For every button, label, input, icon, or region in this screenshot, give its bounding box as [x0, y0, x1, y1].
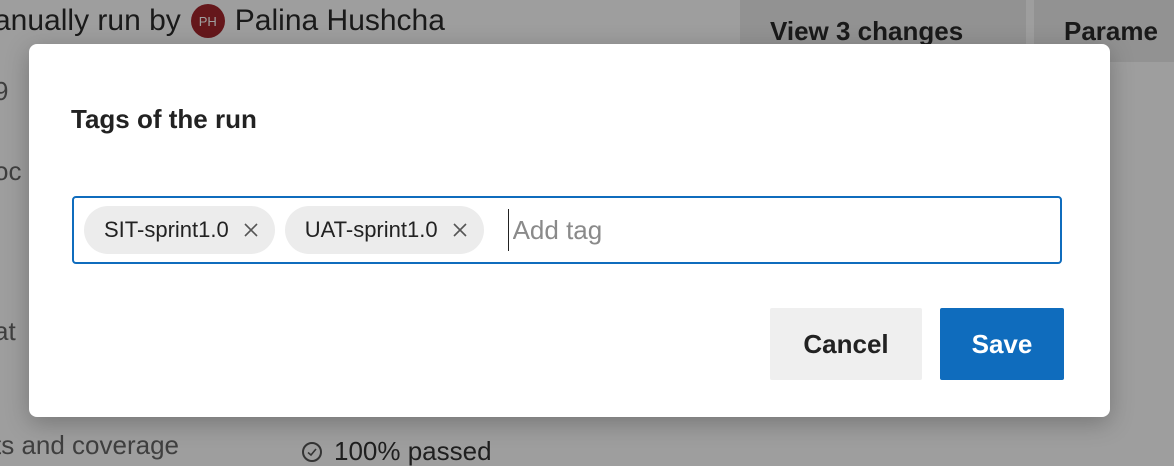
close-icon [244, 223, 258, 237]
tag-remove-button[interactable] [448, 218, 472, 242]
tags-dialog: Tags of the run SIT-sprint1.0 UAT-sprint… [29, 44, 1110, 417]
tag-pill: UAT-sprint1.0 [284, 206, 484, 254]
save-button[interactable]: Save [940, 308, 1064, 380]
close-icon [453, 223, 467, 237]
tag-picker[interactable]: SIT-sprint1.0 UAT-sprint1.0 [72, 196, 1062, 264]
tag-label: SIT-sprint1.0 [104, 217, 229, 242]
dialog-title: Tags of the run [71, 104, 257, 134]
tag-label: UAT-sprint1.0 [304, 217, 438, 242]
tag-remove-button[interactable] [239, 218, 263, 242]
add-tag-input[interactable] [507, 209, 915, 251]
tag-pill: SIT-sprint1.0 [84, 206, 275, 254]
cancel-button[interactable]: Cancel [770, 308, 922, 380]
